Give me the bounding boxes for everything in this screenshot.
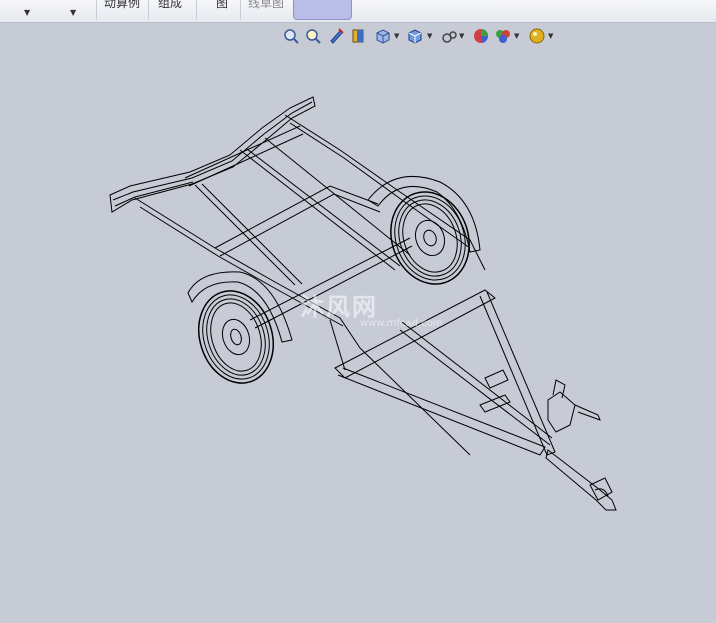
tab-drawing[interactable]: 图 <box>216 0 228 20</box>
command-manager-bar: ▼ ▼ 动算例 组成 图 线草图 <box>0 0 716 23</box>
tab-components[interactable]: 组成 <box>158 0 182 20</box>
watermark-brand: 沐风网 <box>300 293 378 321</box>
dropdown-arrow-icon[interactable]: ▼ <box>70 8 76 17</box>
separator <box>240 0 241 20</box>
safety-chain <box>479 369 511 413</box>
coupler <box>545 449 617 511</box>
tab-sketch[interactable]: 线草图 <box>248 0 284 20</box>
wheel-left <box>198 290 274 384</box>
graphics-area[interactable] <box>0 23 716 623</box>
dropdown-arrow-icon[interactable]: ▼ <box>24 8 30 17</box>
tab-motion-study[interactable]: 动算例 <box>104 0 140 20</box>
separator <box>196 0 197 20</box>
separator <box>96 0 97 20</box>
jack-stand <box>547 379 601 433</box>
watermark-url: www.mfcad.com <box>360 318 443 329</box>
separator <box>148 0 149 20</box>
active-tab[interactable] <box>293 0 352 20</box>
